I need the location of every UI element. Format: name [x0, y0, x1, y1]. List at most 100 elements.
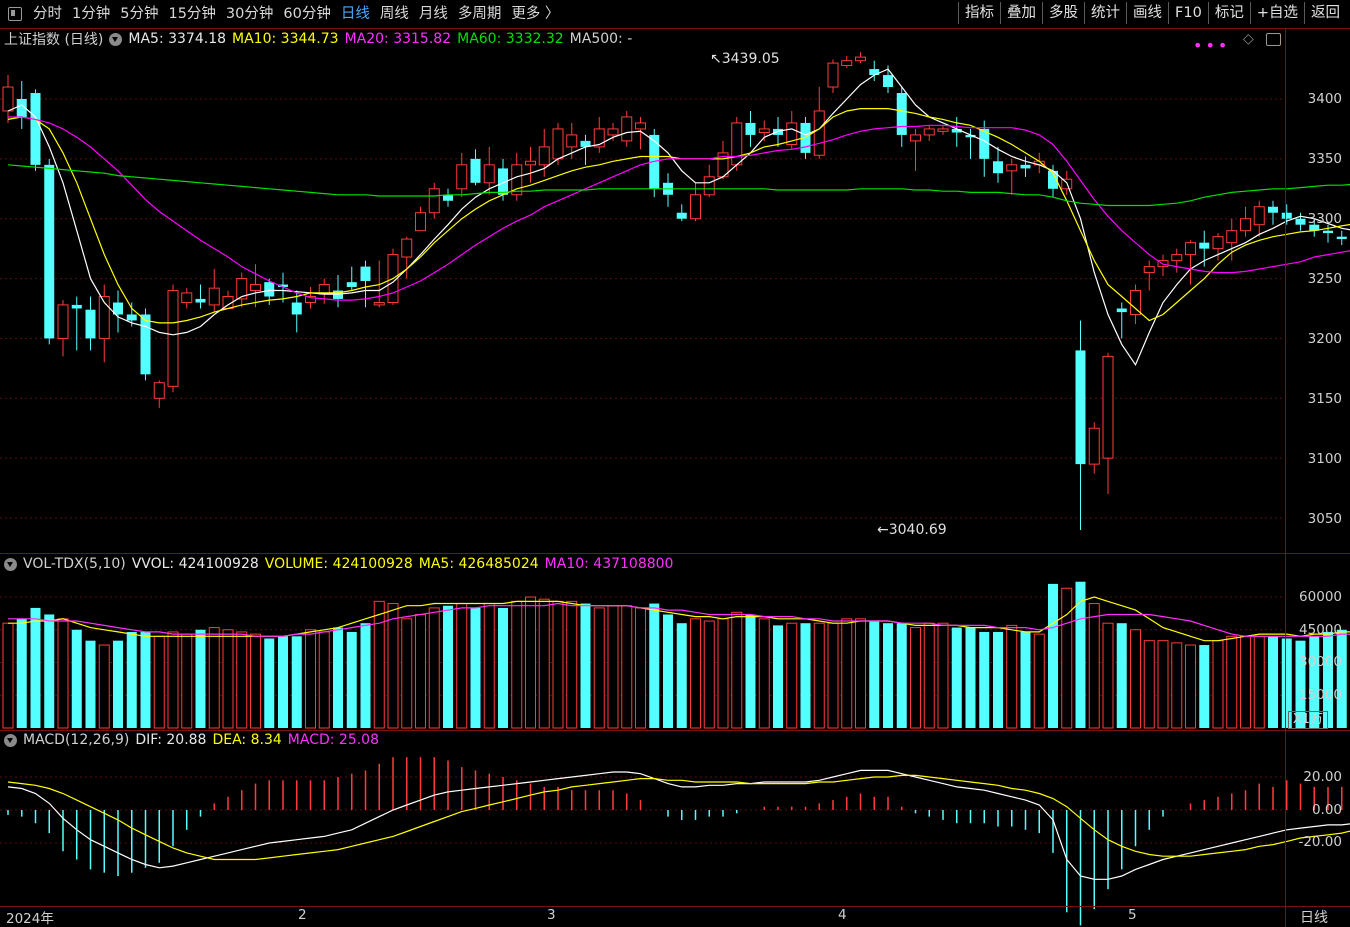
candle-body	[910, 134, 921, 142]
volume-bar	[428, 607, 440, 729]
dea-label: DEA:	[212, 732, 247, 748]
candle-body	[1240, 218, 1251, 232]
volume-bar	[1033, 633, 1045, 729]
candle-body	[1281, 212, 1292, 219]
macd-value: 25.08	[338, 732, 380, 748]
volume-bar	[167, 631, 179, 729]
volume-bar	[511, 600, 523, 729]
volume-bar	[57, 618, 69, 729]
volume-bar	[483, 603, 495, 729]
stock-chart[interactable]	[0, 0, 1350, 927]
candle-body	[57, 304, 69, 339]
candle-body	[1006, 164, 1018, 172]
volume-bar	[346, 631, 357, 728]
volume-bar	[305, 629, 316, 729]
volume-bar	[800, 623, 811, 728]
y-tick: -20.00	[1298, 834, 1342, 850]
candle-body	[813, 110, 825, 156]
panel-layout-icon[interactable]	[1266, 33, 1281, 46]
dropdown-circle-icon[interactable]	[4, 557, 17, 571]
volume-bar	[869, 621, 880, 728]
ma5-label: MA5:	[128, 31, 164, 47]
volume-bar	[222, 629, 234, 729]
ma20-label: MA20:	[344, 31, 389, 47]
vvol-label: VVOL:	[131, 556, 175, 572]
dropdown-circle-icon[interactable]	[109, 32, 123, 46]
volume-bar	[690, 618, 701, 729]
volume-bar	[140, 631, 151, 728]
volume-bar	[965, 627, 976, 728]
candle-body	[126, 314, 137, 321]
candle-body	[1323, 230, 1333, 234]
candle-body	[745, 122, 756, 135]
candle-body	[2, 86, 14, 112]
y-tick: 3050	[1307, 511, 1342, 527]
low-annotation: ←3040.69	[877, 522, 947, 538]
candle-body	[1088, 427, 1100, 465]
candle-body	[1199, 242, 1210, 249]
more-dots-icon[interactable]: •••	[1193, 36, 1230, 55]
volume-bar	[1212, 640, 1224, 729]
volume-bar	[593, 607, 605, 729]
volume-bar	[649, 603, 660, 728]
candle-body	[71, 304, 82, 309]
volume-bar	[1268, 636, 1278, 728]
panel-divider	[0, 553, 1350, 554]
volume-bar	[415, 613, 426, 729]
volume-bar	[71, 629, 82, 728]
candle-body	[1295, 218, 1306, 225]
volume-bar	[44, 614, 55, 728]
candle-body	[250, 284, 261, 292]
volume-bar	[703, 620, 715, 729]
volume-bar	[401, 618, 413, 729]
volume-bar	[208, 627, 220, 729]
candle-body	[621, 116, 633, 142]
x-tick: 2	[298, 907, 307, 923]
panel-divider	[0, 906, 1350, 907]
volume-bar	[1130, 629, 1141, 729]
volume-bar	[1048, 583, 1058, 728]
volume-bar	[883, 623, 893, 728]
y-tick: 3100	[1307, 451, 1342, 467]
period-label[interactable]: 日线	[1300, 907, 1328, 927]
volume-bar	[387, 603, 399, 729]
ma-line	[7, 164, 1350, 207]
main-legend: 上证指数 (日线) MA5: 3374.18 MA10: 3344.73 MA2…	[4, 29, 638, 49]
candle-body	[291, 302, 302, 315]
volume-bar	[813, 622, 825, 729]
volume-legend: VOL-TDX(5,10) VVOL: 424100928 VOLUME: 42…	[4, 556, 679, 572]
vol-ma10-label: MA10:	[544, 556, 589, 572]
volume-bar	[264, 638, 275, 728]
y-tick: 3300	[1307, 211, 1342, 227]
dropdown-circle-icon[interactable]	[4, 733, 17, 747]
volume-bar	[470, 607, 481, 728]
volume-bar	[181, 633, 193, 729]
volume-bar	[498, 607, 508, 728]
candle-body	[264, 282, 275, 297]
x-tick: 3	[547, 907, 556, 923]
candle-body	[690, 194, 701, 220]
candle-body	[841, 60, 853, 66]
volume-bar	[1088, 603, 1100, 729]
volume-bar	[745, 614, 756, 728]
candle-body	[208, 287, 220, 306]
volume-bar	[827, 622, 839, 729]
candle-body	[195, 298, 206, 303]
volume-bar	[717, 618, 729, 729]
volume-bar	[731, 611, 743, 729]
volume-bar	[1253, 635, 1265, 729]
ma10-value: 3344.73	[280, 31, 339, 47]
volume-bar	[979, 631, 990, 728]
volume-bar	[1171, 642, 1183, 729]
volume-bar	[2, 622, 14, 729]
candle-body	[1102, 355, 1114, 459]
volume-bar	[98, 644, 110, 729]
candle-body	[1143, 266, 1155, 274]
volume-bar	[896, 623, 907, 728]
high-value: 3439.05	[721, 51, 780, 67]
volume-bar	[566, 600, 578, 729]
diamond-icon[interactable]: ◇	[1243, 31, 1254, 47]
candle-body	[552, 128, 564, 160]
panel-divider	[0, 730, 1350, 731]
low-value: 3040.69	[888, 522, 947, 538]
